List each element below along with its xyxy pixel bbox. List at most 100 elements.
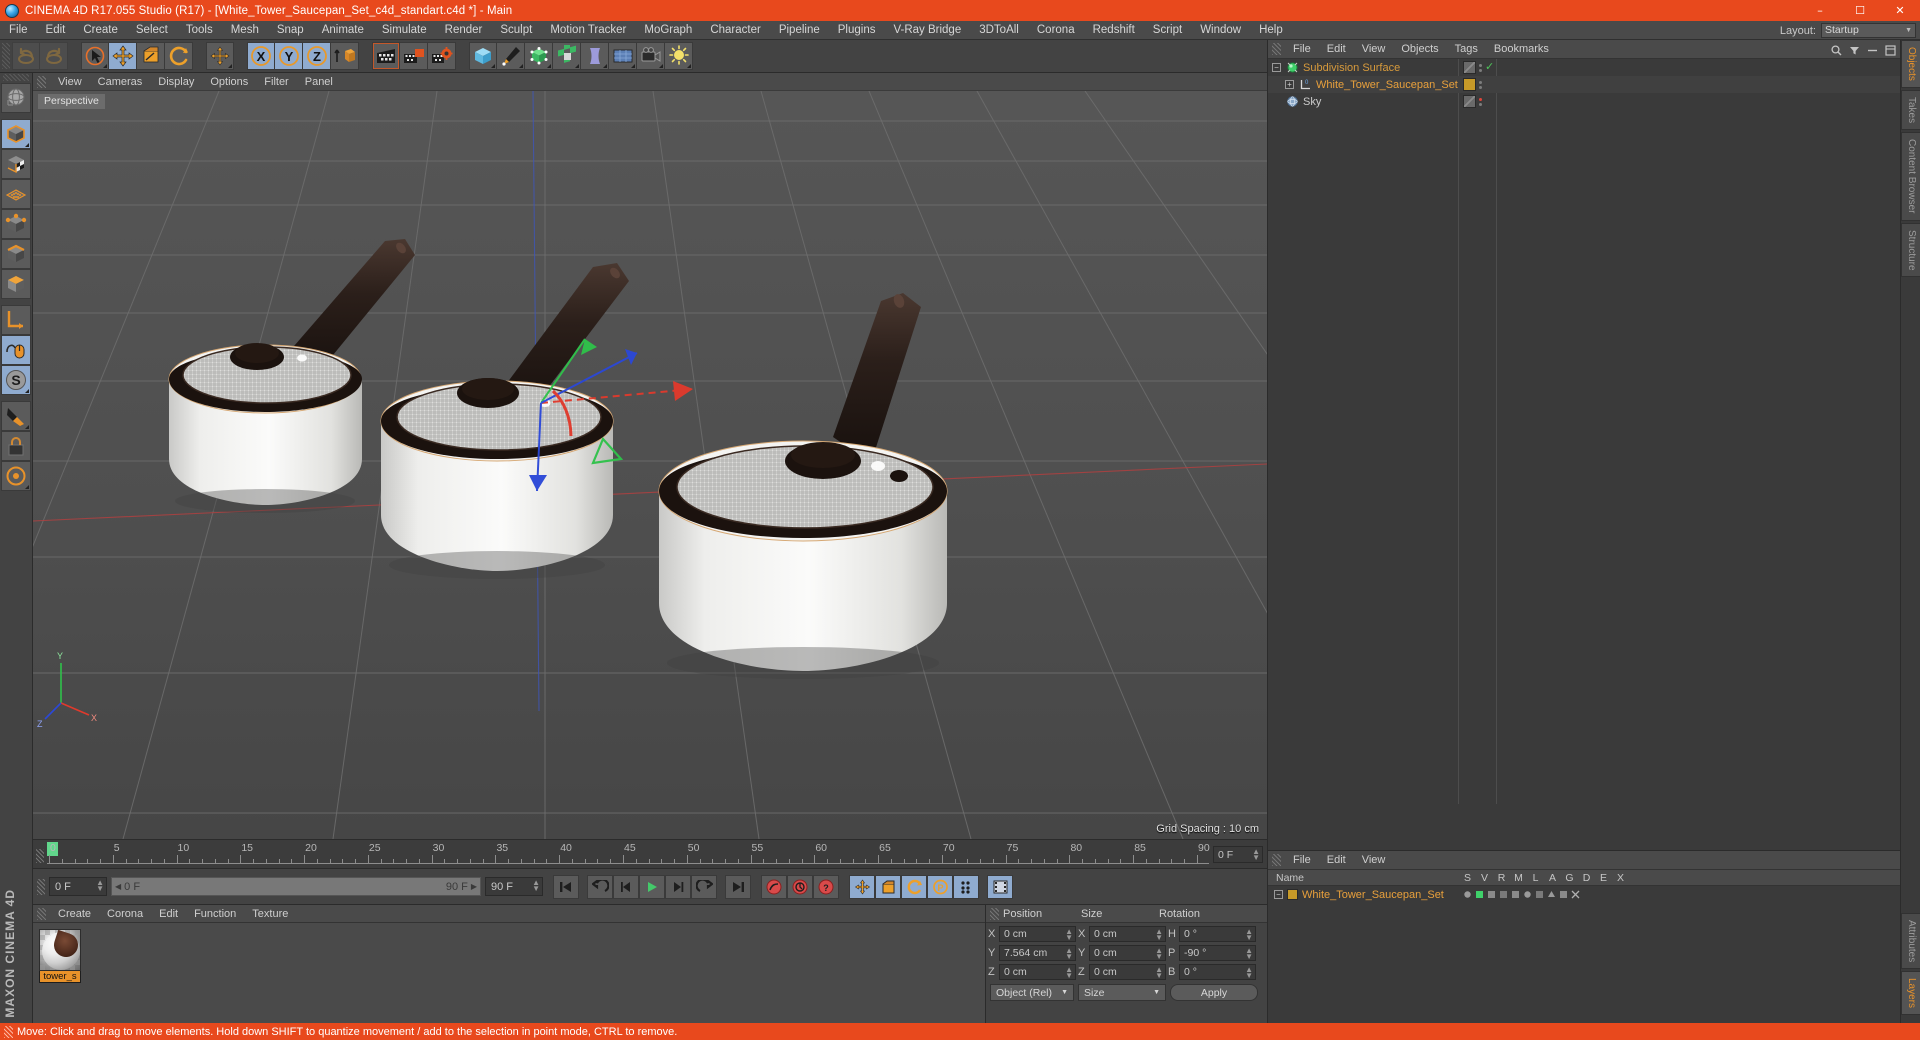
rotation-p-input[interactable]: -90 ° ▲ ▼ — [1179, 944, 1256, 961]
render-settings[interactable] — [428, 42, 456, 70]
position-z-spinner[interactable]: ▲ ▼ — [1065, 965, 1073, 979]
edge-mode[interactable] — [1, 239, 31, 269]
close-button[interactable]: ✕ — [1880, 0, 1920, 21]
workplane-tool[interactable]: S — [1, 365, 31, 395]
size-z-spinner[interactable]: ▲ ▼ — [1155, 965, 1163, 979]
transport-grip[interactable] — [37, 878, 45, 895]
menu-item-v-ray-bridge[interactable]: V-Ray Bridge — [884, 21, 970, 40]
go-to-start-button[interactable] — [553, 874, 579, 899]
material-item[interactable]: tower_s — [39, 929, 81, 983]
object-menu-bookmarks[interactable]: Bookmarks — [1486, 40, 1557, 59]
visibility-dots[interactable] — [1479, 63, 1482, 72]
add-camera[interactable] — [637, 42, 665, 70]
object-menu-file[interactable]: File — [1285, 40, 1319, 59]
redo-button[interactable] — [40, 42, 68, 70]
material-menu-edit[interactable]: Edit — [151, 905, 186, 923]
layer-column-g[interactable]: G — [1563, 870, 1576, 886]
timeline-frame-field[interactable]: 0 F ▲ ▼ — [1213, 846, 1263, 863]
menu-item-script[interactable]: Script — [1144, 21, 1191, 40]
world-object-coordinates[interactable] — [331, 42, 359, 70]
viewport-perspective[interactable]: View Cameras Display Options Filter Panel Per… — [33, 73, 1267, 839]
vertical-tab-structure[interactable]: Structure — [1901, 222, 1920, 278]
layer-color-swatch[interactable] — [1287, 889, 1298, 900]
material-menu-corona[interactable]: Corona — [99, 905, 151, 923]
range-end-handle[interactable]: ▶ — [471, 882, 477, 891]
layer-column-m[interactable]: M — [1512, 870, 1525, 886]
menu-item-simulate[interactable]: Simulate — [373, 21, 436, 40]
position-y-input[interactable]: 7.564 cm ▲ ▼ — [999, 944, 1076, 961]
position-x-input[interactable]: 0 cm ▲ ▼ — [999, 925, 1076, 942]
viewport-menu-options[interactable]: Options — [202, 73, 256, 91]
layer-menu-grip[interactable] — [1272, 854, 1281, 866]
object-menu-objects[interactable]: Objects — [1393, 40, 1446, 59]
undo-button[interactable] — [12, 42, 40, 70]
record-pla-button[interactable]: P — [927, 874, 953, 899]
rotation-h-input[interactable]: 0 ° ▲ ▼ — [1179, 925, 1256, 942]
menu-item-edit[interactable]: Edit — [37, 21, 75, 40]
rotation-b-input[interactable]: 0 ° ▲ ▼ — [1179, 963, 1256, 980]
object-menu-view[interactable]: View — [1354, 40, 1394, 59]
material-preview-thumbnail[interactable] — [39, 929, 81, 971]
menu-item-animate[interactable]: Animate — [313, 21, 373, 40]
previous-frame-button[interactable] — [613, 874, 639, 899]
go-to-end-button[interactable] — [725, 874, 751, 899]
object-mode[interactable] — [1, 269, 31, 299]
axis-modify-tool[interactable] — [1, 305, 31, 335]
vertical-tab-content-browser[interactable]: Content Browser — [1901, 132, 1920, 221]
expand-toggle[interactable]: − — [1274, 890, 1283, 899]
viewport-menu-grip[interactable] — [37, 75, 46, 88]
layer-column-x[interactable]: X — [1614, 870, 1627, 886]
object-tree[interactable]: − Subdivision Surface ✓ + 0 White_Tower_… — [1268, 59, 1900, 804]
left-palette-grip[interactable] — [3, 74, 29, 81]
menu-item-mograph[interactable]: MoGraph — [635, 21, 701, 40]
object-menu-edit[interactable]: Edit — [1319, 40, 1354, 59]
rotation-p-spinner[interactable]: ▲ ▼ — [1245, 946, 1253, 960]
vertical-tab-attributes[interactable]: Attributes — [1901, 912, 1920, 969]
apply-button[interactable]: Apply — [1170, 984, 1258, 1001]
record-parameter-button[interactable] — [953, 874, 979, 899]
layer-column-d[interactable]: D — [1580, 870, 1593, 886]
material-menu-create[interactable]: Create — [50, 905, 99, 923]
lock-tool[interactable] — [1, 431, 31, 461]
render-region[interactable] — [400, 42, 428, 70]
menu-item-file[interactable]: File — [0, 21, 37, 40]
rotate-tool[interactable] — [165, 42, 193, 70]
play-backwards-loop-button[interactable] — [587, 874, 613, 899]
timeline-ruler[interactable]: 0 5 10 15 20 25 30 35 40 45 50 55 60 65 70 75 80 85 90 0 F… — [33, 839, 1267, 869]
object-manager-grip[interactable] — [1272, 43, 1281, 55]
menu-item-window[interactable]: Window — [1191, 21, 1250, 40]
layer-flag-icons[interactable] — [1463, 890, 1580, 899]
material-menu-grip[interactable] — [37, 907, 46, 920]
knife-tool[interactable] — [1, 401, 31, 431]
end-frame-input[interactable]: 90 F ▲ ▼ — [485, 877, 543, 896]
size-mode-dropdown[interactable]: Size ▼ — [1078, 984, 1166, 1001]
add-spline[interactable] — [497, 42, 525, 70]
play-button[interactable] — [639, 874, 665, 899]
menu-item-mesh[interactable]: Mesh — [222, 21, 268, 40]
autokeying-button[interactable] — [787, 874, 813, 899]
layer-row[interactable]: − White_Tower_Saucepan_Set — [1268, 886, 1900, 903]
menu-item-plugins[interactable]: Plugins — [829, 21, 885, 40]
range-start-handle[interactable]: ◀ — [115, 882, 121, 891]
add-deformer[interactable] — [581, 42, 609, 70]
lock-z-axis[interactable]: Z — [303, 42, 331, 70]
viewport-menu-view[interactable]: View — [50, 73, 90, 91]
live-selection-tool[interactable] — [81, 42, 109, 70]
expand-toggle[interactable]: − — [1272, 63, 1281, 72]
next-frame-button[interactable] — [665, 874, 691, 899]
point-mode[interactable] — [1, 209, 31, 239]
add-generator[interactable] — [525, 42, 553, 70]
model-mode[interactable] — [1, 119, 31, 149]
rotation-h-spinner[interactable]: ▲ ▼ — [1245, 927, 1253, 941]
menu-item-sculpt[interactable]: Sculpt — [491, 21, 541, 40]
record-rotation-button[interactable] — [901, 874, 927, 899]
timeline-frame-spinner[interactable]: ▲ ▼ — [1252, 848, 1260, 862]
layer-column-e[interactable]: E — [1597, 870, 1610, 886]
size-y-input[interactable]: 0 cm ▲ ▼ — [1089, 944, 1166, 961]
record-scale-button[interactable] — [875, 874, 901, 899]
menu-item-snap[interactable]: Snap — [268, 21, 313, 40]
viewport-menu-filter[interactable]: Filter — [256, 73, 296, 91]
vertical-tab-takes[interactable]: Takes — [1901, 89, 1920, 131]
toolbar-grip[interactable] — [2, 43, 10, 69]
position-z-input[interactable]: 0 cm ▲ ▼ — [999, 963, 1076, 980]
